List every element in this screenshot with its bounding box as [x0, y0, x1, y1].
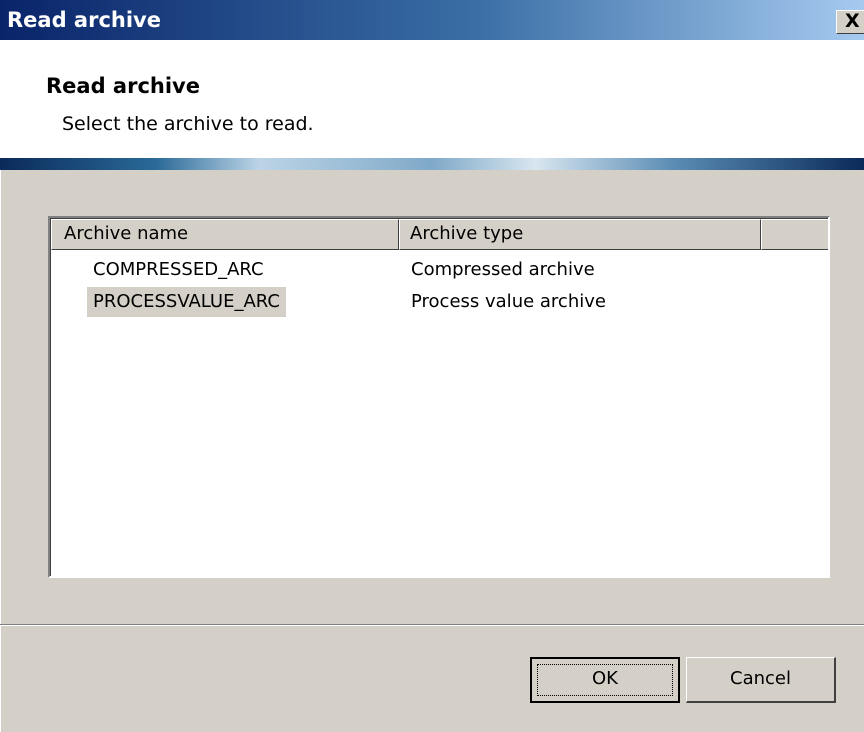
header-band: [0, 158, 864, 170]
list-item[interactable]: COMPRESSED_ARC Compressed archive: [51, 255, 828, 285]
archive-name-cell: COMPRESSED_ARC: [93, 259, 264, 280]
close-button[interactable]: X: [836, 10, 864, 34]
list-item[interactable]: PROCESSVALUE_ARC Process value archive: [51, 287, 828, 317]
footer-separator: [0, 624, 864, 626]
ok-button[interactable]: OK: [530, 657, 680, 703]
wizard-header: Read archive Select the archive to read.: [0, 40, 864, 158]
title-bar[interactable]: Read archive X: [0, 0, 864, 40]
window-title: Read archive: [7, 8, 161, 32]
archive-list[interactable]: Archive name Archive type COMPRESSED_ARC…: [48, 216, 830, 578]
cancel-button[interactable]: Cancel: [686, 657, 836, 703]
read-archive-dialog: Read archive X Read archive Select the a…: [0, 0, 864, 732]
page-subtitle: Select the archive to read.: [62, 113, 314, 135]
ok-button-label: OK: [592, 668, 618, 689]
list-header: Archive name Archive type: [51, 219, 828, 250]
archive-type-cell: Compressed archive: [411, 259, 595, 280]
archive-list-inner: Archive name Archive type COMPRESSED_ARC…: [50, 218, 828, 576]
archive-type-cell: Process value archive: [411, 291, 606, 312]
column-header-empty[interactable]: [761, 219, 828, 250]
column-header-archive-name[interactable]: Archive name: [51, 219, 399, 250]
archive-name-cell: PROCESSVALUE_ARC: [87, 287, 286, 317]
page-title: Read archive: [46, 74, 200, 98]
close-icon: X: [845, 10, 860, 32]
column-header-archive-type[interactable]: Archive type: [399, 219, 761, 250]
